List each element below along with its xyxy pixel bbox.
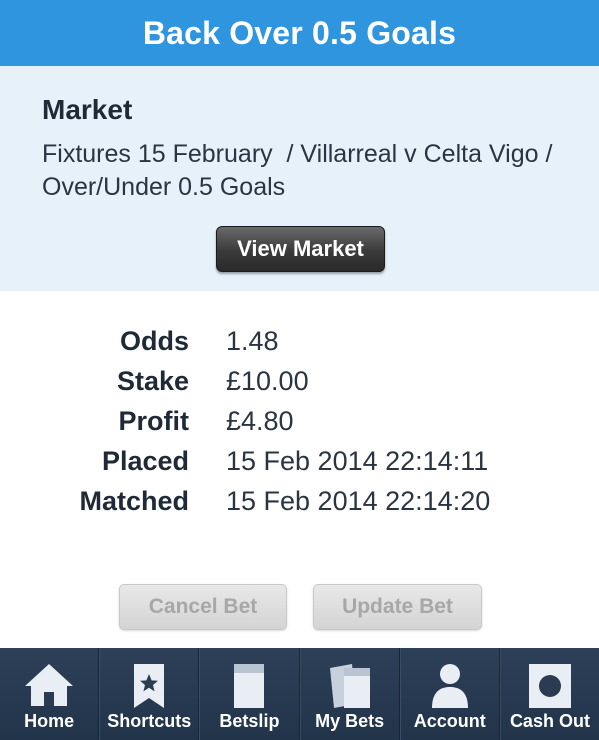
tab-betslip[interactable]: Betslip — [199, 648, 300, 740]
detail-row-odds: Odds 1.48 — [0, 322, 599, 362]
odds-value: 1.48 — [226, 326, 279, 356]
page-title: Back Over 0.5 Goals — [142, 14, 457, 51]
bet-details: Odds 1.48 Stake £10.00 Profit £4.80 Plac… — [0, 322, 599, 522]
tab-account-label: Account — [413, 711, 486, 731]
cash-out-icon — [527, 662, 573, 715]
market-panel: Market Fixtures 15 February / Villarreal… — [0, 66, 599, 291]
placed-value: 15 Feb 2014 22:14:11 — [226, 446, 489, 476]
detail-row-stake: Stake £10.00 — [0, 362, 599, 402]
page-title-bar: Back Over 0.5 Goals — [0, 0, 599, 66]
tab-shortcuts[interactable]: Shortcuts — [99, 648, 200, 740]
tab-home[interactable]: Home — [0, 648, 100, 740]
matched-label: Matched — [79, 486, 189, 516]
view-market-button[interactable]: View Market — [216, 226, 385, 272]
bottom-tab-bar: Home Shortcuts Betslip My Bets Account C… — [0, 648, 599, 740]
matched-value: 15 Feb 2014 22:14:20 — [226, 486, 491, 516]
profit-label: Profit — [118, 406, 190, 436]
market-path: Fixtures 15 February / Villarreal v Celt… — [42, 140, 560, 201]
tab-cash-out[interactable]: Cash Out — [499, 648, 599, 740]
tab-my-bets-label: My Bets — [315, 711, 385, 731]
odds-label: Odds — [119, 326, 189, 356]
update-bet-button[interactable]: Update Bet — [313, 584, 482, 630]
stake-label: Stake — [116, 366, 189, 396]
detail-row-matched: Matched 15 Feb 2014 22:14:20 — [0, 482, 599, 522]
tab-betslip-label: Betslip — [219, 711, 280, 731]
bookmark-star-icon — [132, 662, 166, 715]
market-heading: Market — [42, 94, 133, 125]
detail-row-profit: Profit £4.80 — [0, 402, 599, 442]
tab-account[interactable]: Account — [399, 648, 500, 740]
account-icon — [428, 662, 472, 715]
stake-value: £10.00 — [226, 366, 309, 396]
tab-shortcuts-label: Shortcuts — [107, 711, 192, 731]
placed-label: Placed — [101, 446, 189, 476]
tab-cash-out-label: Cash Out — [509, 711, 590, 731]
profit-value: £4.80 — [226, 406, 294, 436]
cancel-bet-button[interactable]: Cancel Bet — [119, 584, 287, 630]
tab-my-bets[interactable]: My Bets — [299, 648, 400, 740]
detail-row-placed: Placed 15 Feb 2014 22:14:11 — [0, 442, 599, 482]
home-icon — [23, 662, 75, 713]
tab-home-label: Home — [24, 711, 75, 731]
my-bets-icon — [326, 662, 374, 715]
betslip-icon — [232, 662, 266, 715]
